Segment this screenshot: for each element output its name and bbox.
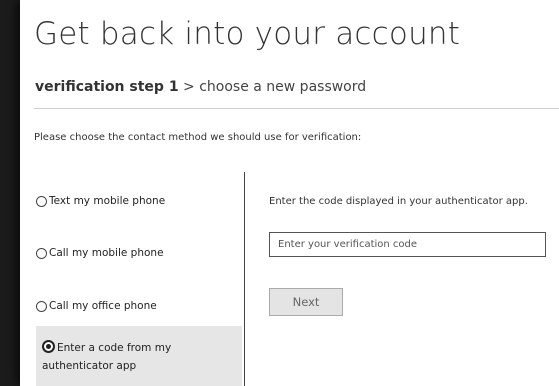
method-label: Text my mobile phone: [49, 195, 166, 207]
step-breadcrumb: verification step 1 > choose a new passw…: [35, 79, 366, 95]
method-label: Call my mobile phone: [49, 247, 164, 259]
radio-icon[interactable]: [36, 300, 47, 312]
verification-code-input[interactable]: [269, 232, 546, 257]
window-frame: Get back into your account verification …: [0, 0, 559, 386]
method-call-office[interactable]: Call my office phone: [36, 300, 242, 312]
next-button[interactable]: Next: [269, 288, 343, 316]
method-text-mobile[interactable]: Text my mobile phone: [36, 195, 242, 207]
header-divider: [34, 108, 559, 109]
radio-icon[interactable]: [36, 247, 47, 259]
method-label: Enter a code from my authenticator app: [42, 342, 172, 372]
method-label: Call my office phone: [49, 300, 157, 312]
radio-icon[interactable]: [36, 195, 47, 207]
column-divider: [244, 172, 245, 386]
method-call-mobile[interactable]: Call my mobile phone: [36, 247, 242, 259]
next-step: choose a new password: [199, 79, 367, 95]
method-authenticator-app[interactable]: Enter a code from my authenticator app: [36, 326, 242, 386]
radio-selected-icon[interactable]: [42, 340, 55, 353]
instructions-text: Please choose the contact method we shou…: [34, 132, 362, 143]
authenticator-hint: Enter the code displayed in your authent…: [269, 196, 528, 207]
current-step: verification step 1: [35, 79, 179, 95]
page-title: Get back into your account: [34, 16, 461, 52]
recovery-panel: Get back into your account verification …: [20, 0, 559, 386]
step-separator: >: [183, 79, 195, 95]
